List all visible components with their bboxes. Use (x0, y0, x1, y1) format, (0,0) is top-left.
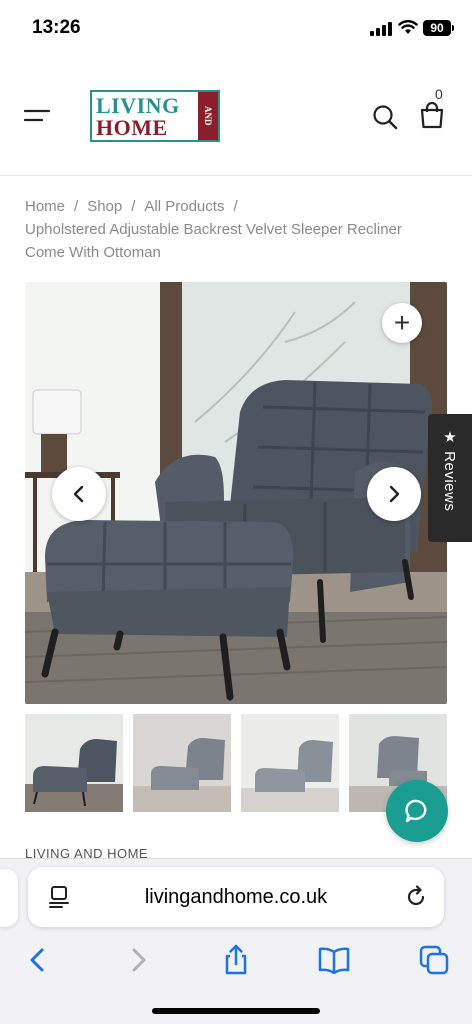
chevron-right-icon (389, 485, 400, 503)
breadcrumb-shop[interactable]: Shop (87, 198, 122, 215)
back-icon[interactable] (22, 944, 54, 976)
logo-and: AND (198, 92, 218, 140)
bookmarks-icon[interactable] (318, 944, 350, 976)
chevron-left-icon (73, 485, 84, 503)
url-text: livingandhome.co.uk (144, 886, 328, 908)
next-image-button[interactable] (367, 467, 421, 521)
breadcrumb-separator: / (131, 198, 136, 215)
chat-button[interactable] (386, 780, 448, 842)
breadcrumb-home[interactable]: Home (25, 198, 65, 215)
browser-bottom-bar: livingandhome.co.uk (0, 858, 472, 1024)
thumbnail-2[interactable] (133, 714, 231, 812)
thumbnail-3-image (241, 714, 339, 812)
tabs-icon[interactable] (418, 944, 450, 976)
plus-icon: + (393, 307, 411, 338)
breadcrumb-separator: / (233, 198, 238, 215)
status-time: 13:26 (32, 17, 81, 38)
hamburger-menu-icon[interactable] (24, 108, 50, 124)
reload-icon[interactable] (404, 885, 428, 909)
reviews-label: ★ Reviews (441, 428, 458, 512)
status-bar: 13:26 90 (0, 0, 472, 56)
home-indicator (152, 1008, 320, 1014)
zoom-button[interactable]: + (382, 303, 422, 343)
forward-icon[interactable] (122, 944, 154, 976)
signal-icon (370, 22, 392, 36)
address-bar[interactable]: livingandhome.co.uk (28, 867, 444, 927)
breadcrumb-all-products[interactable]: All Products (144, 198, 224, 215)
battery-tip (452, 25, 454, 31)
breadcrumb-separator: / (74, 198, 79, 215)
previous-tab-peek[interactable] (0, 869, 18, 927)
search-icon[interactable] (372, 104, 398, 130)
thumbnail-1-image (25, 714, 123, 812)
chat-bubble-icon (405, 799, 427, 823)
thumbnail-3[interactable] (241, 714, 339, 812)
shopping-bag-icon[interactable] (418, 101, 446, 129)
thumbnail-1[interactable] (25, 714, 123, 812)
brand-label: LIVING AND HOME (25, 846, 149, 858)
site-header: LIVING HOME AND 0 (0, 56, 472, 176)
breadcrumb: Home / Shop / All Products / Upholstered Adjus… (25, 195, 425, 264)
cart-count: 0 (435, 86, 443, 102)
logo-line2: HOME (96, 115, 168, 140)
share-icon[interactable] (220, 944, 252, 976)
previous-image-button[interactable] (52, 467, 106, 521)
thumbnail-2-image (133, 714, 231, 812)
reviews-tab[interactable]: ★ Reviews (428, 414, 472, 542)
battery-indicator: 90 (423, 20, 451, 36)
wifi-icon (398, 20, 418, 34)
site-logo[interactable]: LIVING HOME AND (90, 90, 220, 142)
breadcrumb-current: Upholstered Adjustable Backrest Velvet S… (25, 221, 402, 261)
